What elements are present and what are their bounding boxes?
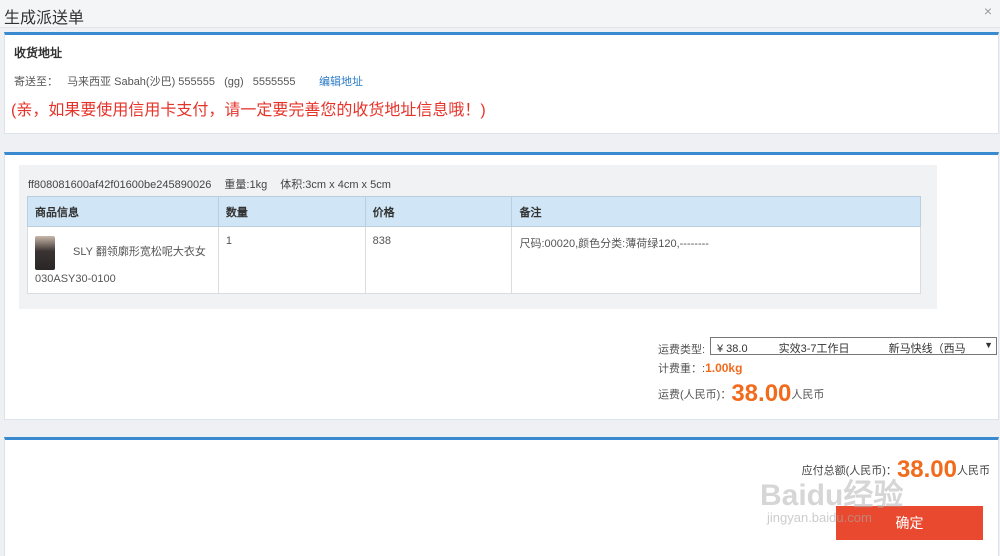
total-value: 38.00	[896, 456, 957, 483]
shipping-option-carrier: 新马快线（西马	[888, 343, 966, 355]
product-name[interactable]: SLY 翻领廓形宽松呢大衣女	[73, 243, 211, 259]
package-id: ff808081600af42f01600be245890026	[28, 179, 212, 191]
goods-table: 商品信息 数量 价格 备注 SLY 翻领廓形宽松呢大衣女 030ASY30-01…	[27, 196, 921, 294]
shipping-type-label: 运费类型:	[658, 344, 706, 356]
billing-weight-label: 计费重：:	[658, 363, 706, 375]
billing-weight-value: 1.00kg	[705, 361, 743, 375]
price-cell: 838	[364, 226, 513, 294]
package-weight: 重量:1kg	[224, 179, 268, 191]
chevron-down-icon: ▼	[984, 340, 993, 350]
billing-weight-row: 计费重：:1.00kg	[658, 360, 742, 376]
address-line: 寄送至： 马来西亚 Sabah(沙巴) 555555 (gg) 5555555	[14, 73, 302, 89]
shipping-fee-value: 38.00	[731, 380, 792, 407]
address-warning: (亲，如果要使用信用卡支付，请一定要完善您的收货地址信息哦！)	[11, 102, 486, 119]
edit-address-link[interactable]: 编辑地址	[319, 73, 363, 89]
package-box: ff808081600af42f01600be245890026 重量:1kg …	[19, 165, 937, 309]
column-header-note: 备注	[511, 196, 921, 227]
address-location: 马来西亚 Sabah(沙巴) 555555	[67, 76, 216, 88]
dialog-titlebar: 生成派送单 ×	[0, 0, 1000, 28]
ship-to-label: 寄送至：	[14, 76, 58, 88]
total-panel: 应付总额(人民币)：38.00人民币 确定	[4, 437, 999, 556]
address-recipient: (gg)	[224, 76, 244, 88]
close-icon[interactable]: ×	[984, 3, 992, 19]
product-cell: SLY 翻领廓形宽松呢大衣女 030ASY30-0100	[27, 226, 219, 294]
address-panel: 收货地址 寄送至： 马来西亚 Sabah(沙巴) 555555 (gg) 555…	[4, 32, 999, 134]
address-section-title: 收货地址	[14, 46, 63, 60]
table-row: SLY 翻领廓形宽松呢大衣女 030ASY30-0100 1 838 尺码:00…	[27, 226, 921, 294]
goods-table-header: 商品信息 数量 价格 备注	[27, 196, 921, 227]
shipping-fee-row: 运费(人民币)：38.00人民币	[658, 380, 824, 408]
confirm-button[interactable]: 确定	[836, 506, 983, 540]
quantity-cell: 1	[217, 226, 366, 294]
column-header-quantity: 数量	[217, 196, 366, 227]
product-code: 030ASY30-0100	[35, 273, 116, 285]
shipping-fee-label: 运费(人民币)：	[658, 389, 732, 401]
shipping-option-price: ¥ 38.0	[717, 343, 748, 355]
total-unit: 人民币	[957, 465, 990, 477]
column-header-product: 商品信息	[27, 196, 219, 227]
total-row: 应付总额(人民币)：38.00人民币	[802, 456, 990, 484]
product-thumbnail[interactable]	[35, 236, 55, 270]
shipping-type-select[interactable]: ¥ 38.0 实效3-7工作日 新马快线（西马 ▼	[710, 337, 997, 355]
note-cell: 尺码:00020,颜色分类:薄荷绿120,--------	[511, 226, 921, 294]
shipping-fee-unit: 人民币	[791, 389, 825, 401]
total-label: 应付总额(人民币)：	[801, 465, 897, 477]
shipping-option-time: 实效3-7工作日	[778, 343, 850, 355]
goods-panel: ff808081600af42f01600be245890026 重量:1kg …	[4, 152, 999, 420]
dialog-title: 生成派送单	[4, 10, 85, 27]
address-phone: 5555555	[252, 76, 296, 88]
column-header-price: 价格	[364, 196, 513, 227]
package-volume: 体积:3cm x 4cm x 5cm	[280, 179, 391, 191]
package-meta: ff808081600af42f01600be245890026 重量:1kg …	[28, 176, 401, 192]
